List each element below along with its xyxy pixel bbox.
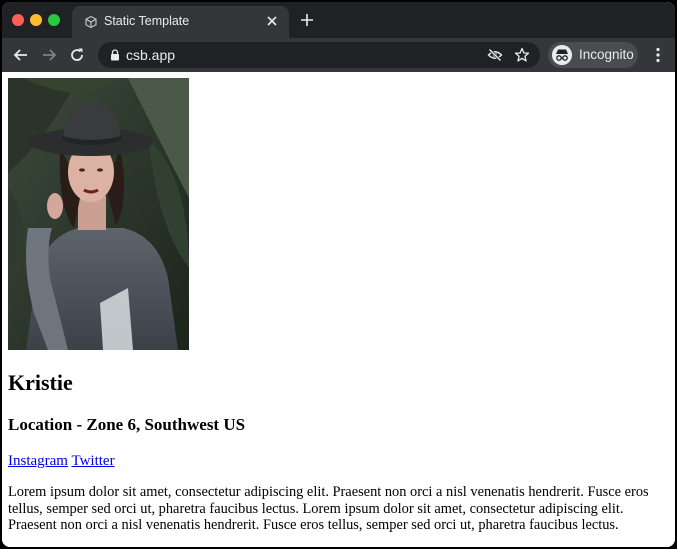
page-viewport: Kristie Location - Zone 6, Southwest US … — [2, 72, 675, 547]
window-minimize-button[interactable] — [30, 14, 42, 26]
new-tab-icon[interactable] — [300, 13, 314, 27]
incognito-label: Incognito — [579, 47, 634, 62]
codesandbox-favicon-icon — [85, 15, 97, 29]
forward-arrow-icon[interactable] — [40, 46, 58, 64]
window-maximize-button[interactable] — [48, 14, 60, 26]
kebab-menu-icon[interactable] — [649, 46, 667, 64]
profile-name: Kristie — [8, 370, 73, 395]
tab-title: Static Template — [104, 14, 190, 28]
browser-window: Static Template csb.app Incognito Kristi… — [2, 2, 675, 547]
instagram-link[interactable]: Instagram — [8, 453, 68, 469]
social-links: Instagram Twitter — [8, 453, 115, 470]
url-text[interactable]: csb.app — [126, 47, 175, 63]
back-arrow-icon[interactable] — [12, 46, 30, 64]
eye-slash-icon[interactable] — [487, 47, 503, 63]
browser-toolbar: csb.app Incognito — [2, 38, 675, 72]
incognito-icon — [552, 45, 572, 65]
star-icon[interactable] — [514, 47, 530, 63]
profile-photo — [8, 78, 189, 350]
address-bar[interactable]: csb.app — [98, 42, 540, 68]
profile-bio: Lorem ipsum dolor sit amet, consectetur … — [8, 484, 649, 533]
tab-strip: Static Template — [2, 2, 675, 38]
reload-icon[interactable] — [68, 46, 86, 64]
close-tab-icon[interactable] — [265, 14, 279, 28]
profile-location: Location - Zone 6, Southwest US — [8, 415, 246, 434]
tab-static-template[interactable]: Static Template — [72, 6, 289, 38]
lock-icon — [111, 49, 119, 61]
twitter-link[interactable]: Twitter — [71, 453, 114, 469]
window-close-button[interactable] — [12, 14, 24, 26]
incognito-profile-button[interactable]: Incognito — [548, 42, 638, 68]
